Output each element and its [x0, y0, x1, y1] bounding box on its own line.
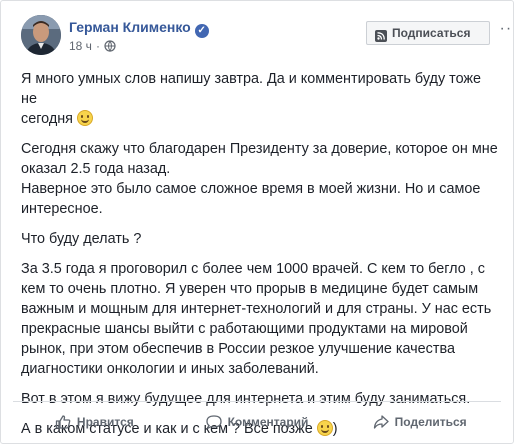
globe-icon[interactable] [104, 40, 116, 55]
share-icon [373, 415, 389, 429]
comment-icon [205, 415, 222, 429]
comment-label: Комментарий [227, 415, 309, 429]
like-icon [55, 415, 71, 429]
author-name-row: Герман Клименко ✓ [69, 19, 209, 38]
post-time[interactable]: 18 ч [69, 39, 92, 53]
post-text-line: кем то очень плотно. Я уверен что прорыв… [21, 281, 479, 297]
actions-divider [13, 401, 501, 402]
post-text-line: Сегодня скажу что благодарен Президенту … [21, 141, 498, 157]
meta-separator: · [95, 39, 100, 53]
post-text-line: Что буду делать ? [21, 231, 142, 247]
comment-button[interactable]: Комментарий [176, 403, 339, 441]
post-text-line: Я много умных слов напишу завтра. Да и к… [21, 71, 482, 107]
author-name[interactable]: Герман Клименко [69, 19, 191, 35]
post-text-line: сегодня [21, 111, 73, 127]
post-text-line: рынок, при этом обеспечив в России резко… [21, 341, 455, 357]
action-bar: Нравится Комментарий Поделиться [13, 403, 501, 441]
post-paragraph: Сегодня скажу что благодарен Президенту … [21, 139, 499, 219]
post-header: Герман Клименко✓ 18 ч· Подписаться ··· [21, 15, 514, 59]
post-text-line: интересное. [21, 201, 103, 217]
more-options-icon[interactable]: ··· [499, 19, 514, 39]
share-label: Поделиться [394, 415, 467, 429]
rss-icon [375, 27, 387, 49]
subscribe-label: Подписаться [392, 26, 471, 40]
post-text-line: важным и мощным для интернет-технологий … [21, 301, 492, 317]
post-paragraph: Что буду делать ? [21, 229, 499, 249]
post-body: Я много умных слов напишу завтра. Да и к… [21, 69, 499, 444]
post-meta: 18 ч · [69, 39, 116, 55]
post-text-line: оказал 2.5 года назад. [21, 161, 171, 177]
author-avatar[interactable] [21, 15, 61, 55]
post-card: Герман Клименко✓ 18 ч· Подписаться ··· Я… [0, 0, 514, 444]
like-button[interactable]: Нравится [13, 403, 176, 441]
subscribe-button[interactable]: Подписаться [366, 21, 490, 45]
verified-badge-icon: ✓ [194, 24, 209, 38]
smile-emoji [76, 110, 93, 126]
like-label: Нравится [76, 415, 134, 429]
post-text-line: диагностики онкологии и иных заболеваний… [21, 361, 319, 377]
post-text-line: За 3.5 года я проговорил с более чем 100… [21, 261, 485, 277]
post-paragraph: Я много умных слов напишу завтра. Да и к… [21, 69, 499, 129]
post-paragraph: За 3.5 года я проговорил с более чем 100… [21, 259, 499, 379]
share-button[interactable]: Поделиться [338, 403, 501, 441]
post-text-line: прекрасные шансы выйти с работающими про… [21, 321, 468, 337]
post-text-line: Наверное это было самое сложное время в … [21, 181, 481, 197]
